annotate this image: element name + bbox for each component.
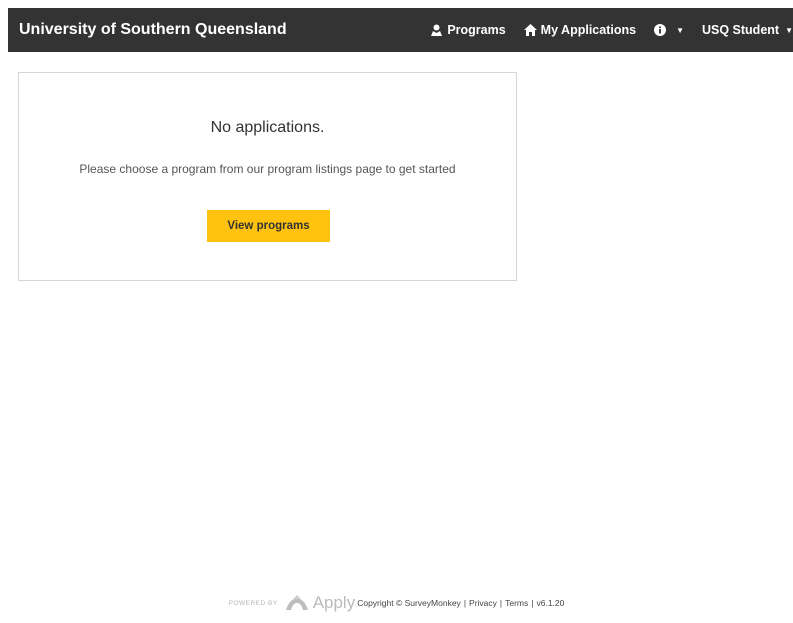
top-navbar: University of Southern Queensland Progra… [8, 8, 793, 52]
version-label: v6.1.20 [536, 598, 565, 608]
home-icon [523, 24, 537, 36]
nav-menu: Programs My Applications ▼ USQ Student ▼ [421, 8, 793, 52]
chevron-down-icon: ▼ [676, 25, 684, 35]
powered-by-label: POWERED BY [228, 599, 278, 607]
apply-logo-icon [285, 595, 308, 610]
empty-state-message: Please choose a program from our program… [79, 162, 456, 176]
brand-title[interactable]: University of Southern Queensland [19, 21, 287, 39]
footer-separator: | [463, 598, 467, 608]
terms-link[interactable]: Terms [505, 598, 528, 608]
user-name-label: USQ Student [701, 23, 780, 37]
info-icon [654, 24, 667, 36]
nav-user-dropdown[interactable]: USQ Student ▼ [693, 8, 793, 52]
privacy-link[interactable]: Privacy [469, 598, 497, 608]
empty-applications-card: No applications. Please choose a program… [18, 72, 517, 281]
nav-info-dropdown[interactable]: ▼ [645, 8, 693, 52]
view-programs-button[interactable]: View programs [207, 210, 330, 242]
programs-icon [431, 24, 443, 36]
copyright-text: Copyright © SurveyMonkey [357, 598, 461, 608]
apply-logo-text: Apply [312, 593, 356, 612]
chevron-down-icon: ▼ [785, 25, 793, 35]
nav-my-applications[interactable]: My Applications [515, 8, 645, 52]
page-footer: POWERED BY Apply Copyright © SurveyMonke… [0, 592, 793, 614]
nav-programs[interactable]: Programs [421, 8, 514, 52]
footer-separator: | [531, 598, 534, 608]
nav-my-applications-label: My Applications [540, 23, 637, 37]
nav-programs-label: Programs [447, 23, 506, 37]
empty-state-title: No applications. [210, 119, 325, 136]
footer-separator: | [499, 598, 503, 608]
